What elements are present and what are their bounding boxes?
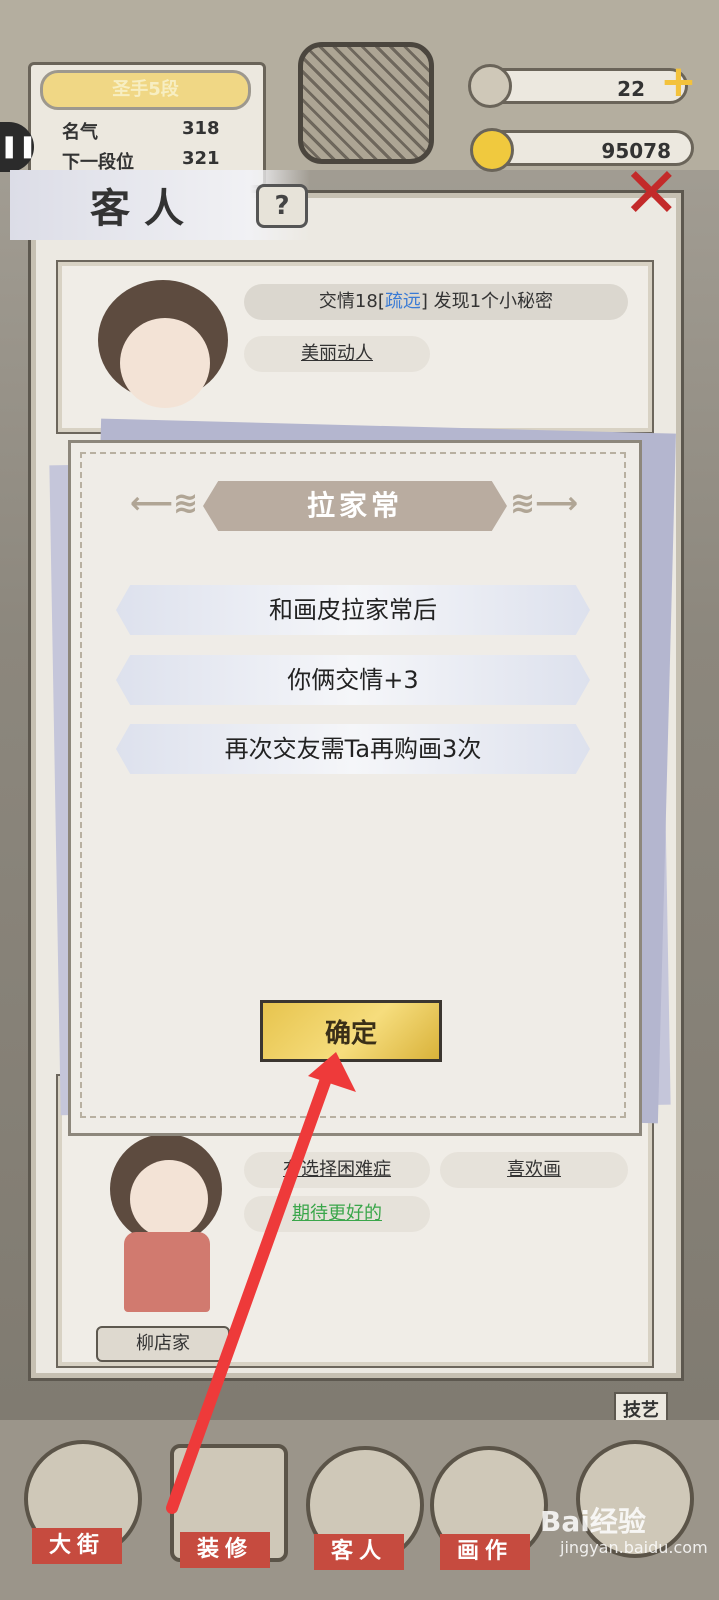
watermark-url: jingyan.baidu.com xyxy=(560,1538,708,1557)
baidu-watermark: Bai经验 xyxy=(540,1505,646,1538)
annotation-arrow xyxy=(166,1052,356,1514)
